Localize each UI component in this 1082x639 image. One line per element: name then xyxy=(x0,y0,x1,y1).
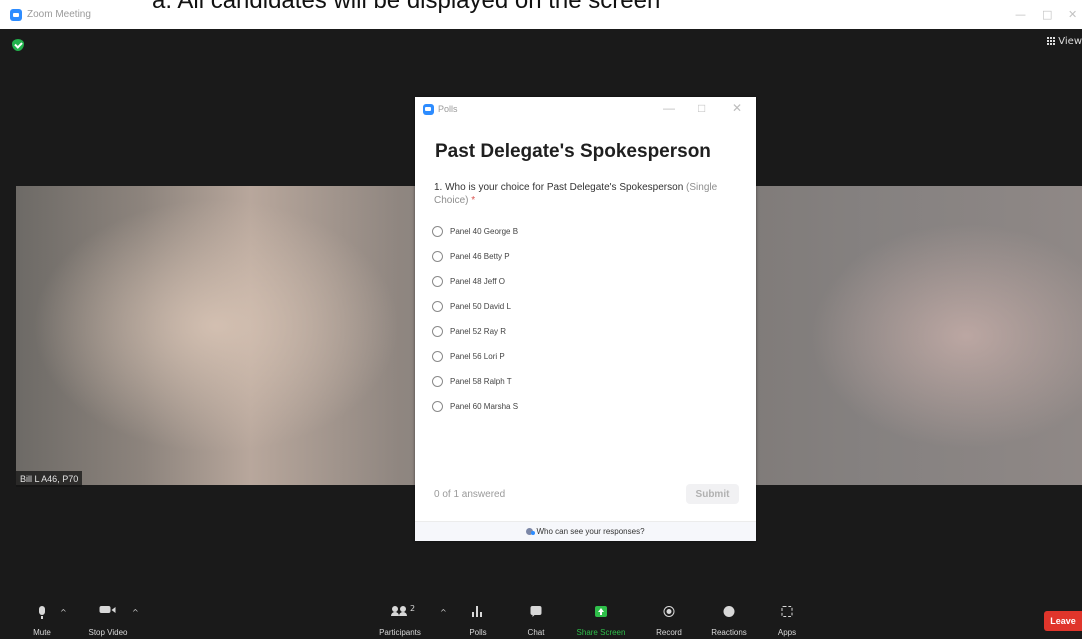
window-title: Zoom Meeting xyxy=(27,9,91,20)
answered-status: 0 of 1 answered xyxy=(434,489,506,500)
chat-button[interactable]: Chat xyxy=(516,597,556,639)
apps-icon xyxy=(781,606,793,617)
polls-icon xyxy=(472,606,484,617)
option-label: Panel 46 Betty P xyxy=(450,252,510,261)
window-maximize-button[interactable]: □ xyxy=(1042,8,1052,21)
participant-count: 2 xyxy=(410,604,416,613)
poll-footer[interactable]: Who can see your responses? xyxy=(415,521,756,541)
leave-button[interactable]: Leave xyxy=(1044,611,1082,631)
overlay-caption: a. All candidates will be displayed on t… xyxy=(152,0,661,14)
poll-question: 1. Who is your choice for Past Delegate'… xyxy=(434,181,734,207)
mute-button[interactable]: Mute xyxy=(20,597,64,639)
stop-video-label: Stop Video xyxy=(88,628,128,637)
poll-dialog: Polls — □ ✕ Past Delegate's Spokesperson… xyxy=(415,97,756,541)
radio-button[interactable] xyxy=(432,326,443,337)
chat-label: Chat xyxy=(527,628,545,637)
option-label: Panel 52 Ray R xyxy=(450,327,507,336)
audio-options-caret[interactable]: ^ xyxy=(60,608,67,617)
reactions-label: Reactions xyxy=(711,628,747,637)
required-marker: * xyxy=(471,195,476,206)
option-label: Panel 56 Lori P xyxy=(450,352,505,361)
stop-video-button[interactable]: Stop Video xyxy=(80,597,136,639)
share-screen-button[interactable]: Share Screen xyxy=(570,597,632,639)
view-button[interactable]: View xyxy=(1047,36,1082,47)
option-label: Panel 40 George B xyxy=(450,227,519,236)
option-label: Panel 50 David L xyxy=(450,302,511,311)
reactions-icon xyxy=(723,606,735,617)
poll-option[interactable]: Panel 60 Marsha S xyxy=(432,394,518,419)
poll-option[interactable]: Panel 56 Lori P xyxy=(432,344,518,369)
chat-icon xyxy=(530,606,542,617)
window-close-button[interactable]: ✕ xyxy=(1068,8,1077,21)
option-label: Panel 48 Jeff O xyxy=(450,277,505,286)
radio-button[interactable] xyxy=(432,351,443,362)
microphone-icon xyxy=(39,606,45,619)
radio-button[interactable] xyxy=(432,226,443,237)
share-screen-label: Share Screen xyxy=(576,628,626,637)
window-minimize-button[interactable]: — xyxy=(1015,8,1026,21)
participants-icon xyxy=(526,528,536,535)
poll-option[interactable]: Panel 58 Ralph T xyxy=(432,369,518,394)
radio-button[interactable] xyxy=(432,276,443,287)
mute-label: Mute xyxy=(33,628,51,637)
option-label: Panel 60 Marsha S xyxy=(450,402,519,411)
poll-window-title: Polls xyxy=(438,104,458,114)
poll-maximize-button[interactable]: □ xyxy=(698,101,705,115)
radio-button[interactable] xyxy=(432,251,443,262)
video-options-caret[interactable]: ^ xyxy=(132,608,139,617)
grid-view-icon xyxy=(1047,37,1056,45)
radio-button[interactable] xyxy=(432,301,443,312)
poll-close-button[interactable]: ✕ xyxy=(732,101,742,115)
question-text: 1. Who is your choice for Past Delegate'… xyxy=(434,182,684,193)
participants-icon xyxy=(391,606,408,616)
reactions-button[interactable]: Reactions xyxy=(703,597,755,639)
apps-button[interactable]: Apps xyxy=(767,597,807,639)
record-label: Record xyxy=(656,628,682,637)
polls-label: Polls xyxy=(469,628,487,637)
participants-label: Participants xyxy=(379,628,421,637)
participant-name-tag: Bill L A46, P70 xyxy=(16,471,83,487)
poll-option[interactable]: Panel 46 Betty P xyxy=(432,244,518,269)
zoom-app-icon xyxy=(10,9,22,21)
participants-button[interactable]: 2 Participants xyxy=(370,597,430,639)
record-button[interactable]: Record xyxy=(647,597,691,639)
poll-option[interactable]: Panel 48 Jeff O xyxy=(432,269,518,294)
poll-minimize-button[interactable]: — xyxy=(663,101,675,115)
poll-option[interactable]: Panel 40 George B xyxy=(432,219,518,244)
poll-heading: Past Delegate's Spokesperson xyxy=(435,141,711,162)
video-camera-icon xyxy=(99,606,116,613)
submit-button[interactable]: Submit xyxy=(686,484,739,504)
zoom-app-icon xyxy=(423,104,434,115)
radio-button[interactable] xyxy=(432,401,443,412)
window-titlebar: Zoom Meeting a. All candidates will be d… xyxy=(0,0,1082,29)
polls-button[interactable]: Polls xyxy=(458,597,498,639)
poll-option[interactable]: Panel 52 Ray R xyxy=(432,319,518,344)
security-shield-icon[interactable] xyxy=(12,39,24,51)
poll-option[interactable]: Panel 50 David L xyxy=(432,294,518,319)
radio-button[interactable] xyxy=(432,376,443,387)
meeting-toolbar: Mute ^ Stop Video ^ 2 Participants ^ Pol… xyxy=(0,597,1082,639)
participants-options-caret[interactable]: ^ xyxy=(440,608,447,617)
view-label: View xyxy=(1058,36,1082,47)
apps-label: Apps xyxy=(777,628,797,637)
poll-titlebar: Polls — □ ✕ xyxy=(415,97,756,121)
who-can-see-link[interactable]: Who can see your responses? xyxy=(536,527,644,536)
poll-options: Panel 40 George B Panel 46 Betty P Panel… xyxy=(432,219,518,419)
share-screen-icon xyxy=(595,606,607,617)
option-label: Panel 58 Ralph T xyxy=(450,377,512,386)
record-icon xyxy=(663,606,675,617)
